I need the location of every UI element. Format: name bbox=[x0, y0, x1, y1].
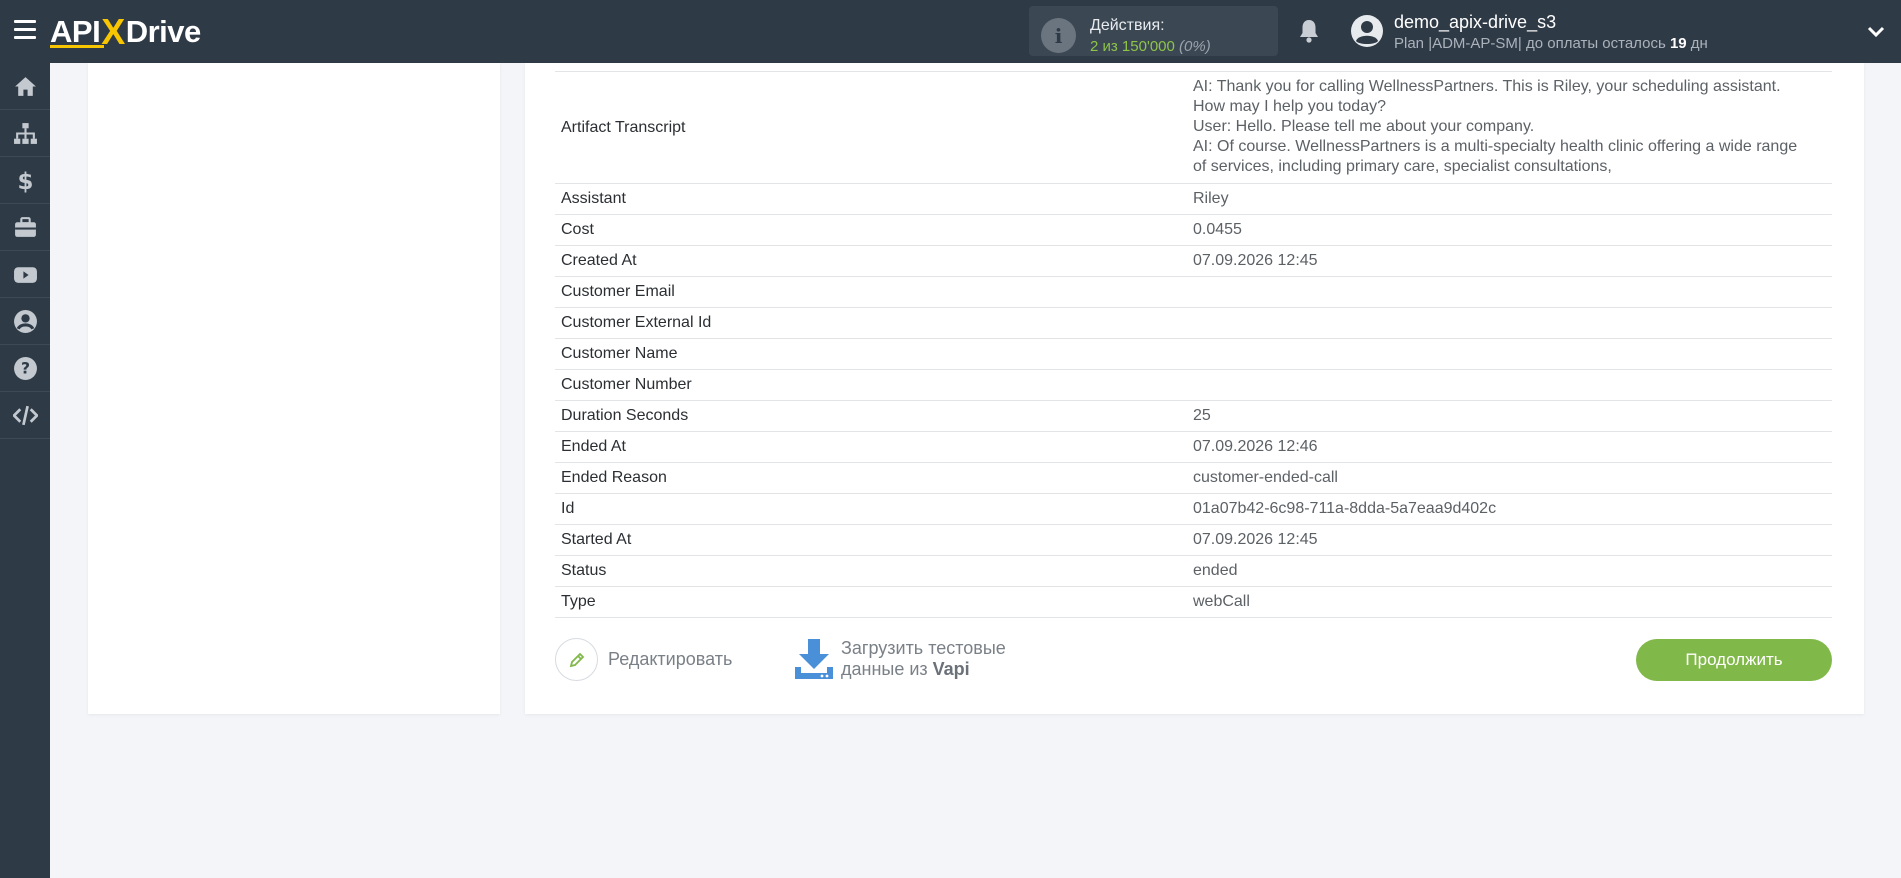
table-row: Artifact Transcript AI: Thank you for ca… bbox=[555, 72, 1832, 184]
actions-percent: (0%) bbox=[1179, 38, 1211, 55]
actions-label: Действия: bbox=[1090, 17, 1165, 34]
field-name: Ended At bbox=[561, 438, 626, 455]
question-icon: ? bbox=[13, 356, 37, 380]
top-bar: API X Drive i Действия: 2 из 150'000 (0%) … bbox=[0, 0, 1901, 63]
table-row: Customer Number bbox=[555, 370, 1832, 401]
field-name: Started At bbox=[561, 531, 632, 548]
menu-icon[interactable] bbox=[14, 20, 36, 42]
sidebar-item-help[interactable]: ? bbox=[0, 345, 50, 392]
sidebar: $ ? bbox=[0, 63, 50, 878]
field-name: Customer Number bbox=[561, 376, 692, 393]
bell-icon[interactable] bbox=[1297, 18, 1321, 44]
user-plan-info: Plan |ADM-AP-SM| до оплаты осталось 19 д… bbox=[1394, 35, 1708, 52]
logo-api-text: API bbox=[50, 14, 105, 49]
field-name: Id bbox=[561, 500, 575, 517]
field-value: 07.09.2026 12:45 bbox=[1193, 531, 1318, 548]
left-panel bbox=[88, 63, 500, 714]
table-row: Ended Reason customer-ended-call bbox=[555, 463, 1832, 494]
table-row: Id 01a07b42-6c98-711a-8dda-5a7eaa9d402c bbox=[555, 494, 1832, 525]
table-row: Started At 07.09.2026 12:45 bbox=[555, 525, 1832, 556]
edit-button[interactable]: Редактировать bbox=[555, 638, 732, 681]
home-icon bbox=[14, 76, 36, 96]
actions-count-value: 2 из 150'000 bbox=[1090, 38, 1175, 55]
load-label-prefix: данные из bbox=[841, 659, 933, 679]
table-row: Created At 07.09.2026 12:45 bbox=[555, 246, 1832, 277]
sitemap-icon bbox=[13, 122, 37, 144]
field-name: Customer Email bbox=[561, 283, 675, 300]
field-name: Assistant bbox=[561, 190, 626, 207]
table-row: Cost 0.0455 bbox=[555, 215, 1832, 246]
dollar-icon: $ bbox=[17, 168, 33, 192]
logo-drive-text: Drive bbox=[125, 14, 202, 49]
svg-text:?: ? bbox=[20, 359, 29, 377]
actions-counter[interactable]: i Действия: 2 из 150'000 (0%) bbox=[1029, 6, 1278, 56]
field-value bbox=[1193, 287, 1832, 297]
load-label-source: Vapi bbox=[932, 659, 970, 679]
user-name[interactable]: demo_apix-drive_s3 bbox=[1394, 12, 1556, 33]
actions-count: 2 из 150'000 (0%) bbox=[1090, 38, 1211, 55]
field-value bbox=[1193, 318, 1832, 328]
field-name: Type bbox=[561, 593, 596, 610]
plan-prefix: Plan |ADM-AP-SM| до оплаты осталось bbox=[1394, 35, 1670, 52]
field-name: Cost bbox=[561, 221, 594, 238]
continue-button[interactable]: Продолжить bbox=[1636, 639, 1832, 681]
svg-text:$: $ bbox=[17, 168, 33, 192]
field-name: Created At bbox=[561, 252, 637, 269]
chevron-down-icon[interactable] bbox=[1866, 22, 1886, 42]
field-value: customer-ended-call bbox=[1193, 469, 1338, 486]
sidebar-item-api[interactable] bbox=[0, 392, 50, 439]
field-name: Status bbox=[561, 562, 607, 579]
field-value bbox=[1193, 380, 1832, 390]
field-name: Customer External Id bbox=[561, 314, 712, 331]
field-value: 01a07b42-6c98-711a-8dda-5a7eaa9d402c bbox=[1193, 500, 1497, 517]
sidebar-item-video[interactable] bbox=[0, 251, 50, 298]
data-preview-panel: Artifact Transcript AI: Thank you for ca… bbox=[525, 63, 1864, 714]
load-label-line1: Загрузить тестовые bbox=[841, 638, 1006, 658]
field-value: 0.0455 bbox=[1193, 221, 1242, 238]
table-row: Status ended bbox=[555, 556, 1832, 587]
download-icon bbox=[795, 639, 833, 679]
field-value: Riley bbox=[1193, 190, 1229, 207]
field-value: 25 bbox=[1193, 407, 1211, 424]
user-circle-icon bbox=[13, 309, 37, 333]
load-label-line2: данные из Vapi bbox=[841, 659, 1006, 680]
sidebar-item-profile[interactable] bbox=[0, 298, 50, 345]
briefcase-icon bbox=[14, 216, 36, 237]
field-name: Duration Seconds bbox=[561, 407, 689, 424]
pencil-icon bbox=[555, 638, 598, 681]
sidebar-item-connections[interactable] bbox=[0, 110, 50, 157]
load-test-data-label: Загрузить тестовые данные из Vapi bbox=[841, 638, 1006, 680]
table-row: Duration Seconds 25 bbox=[555, 401, 1832, 432]
sidebar-item-billing[interactable]: $ bbox=[0, 157, 50, 204]
table-row: Type webCall bbox=[555, 587, 1832, 618]
table-row: Customer Name bbox=[555, 339, 1832, 370]
field-name: Ended Reason bbox=[561, 469, 667, 486]
plan-days-suffix: дн bbox=[1686, 35, 1708, 52]
sidebar-item-services[interactable] bbox=[0, 204, 50, 251]
sidebar-item-home[interactable] bbox=[0, 63, 50, 110]
user-avatar-icon[interactable] bbox=[1350, 14, 1384, 48]
code-icon bbox=[12, 405, 38, 425]
edit-button-label: Редактировать bbox=[608, 649, 733, 669]
load-test-data-button[interactable]: Загрузить тестовые данные из Vapi bbox=[793, 637, 1006, 681]
field-name: Artifact Transcript bbox=[561, 118, 686, 136]
table-row: Assistant Riley bbox=[555, 184, 1832, 215]
field-value: 07.09.2026 12:46 bbox=[1193, 438, 1318, 455]
field-value: ended bbox=[1193, 562, 1238, 579]
logo-x-text: X bbox=[101, 11, 125, 52]
data-table: Artifact Transcript AI: Thank you for ca… bbox=[555, 71, 1832, 618]
table-row: Customer Email bbox=[555, 277, 1832, 308]
field-value: 07.09.2026 12:45 bbox=[1193, 252, 1318, 269]
field-name: Customer Name bbox=[561, 345, 678, 362]
table-row: Ended At 07.09.2026 12:46 bbox=[555, 432, 1832, 463]
field-value: webCall bbox=[1193, 593, 1250, 610]
table-row: Customer External Id bbox=[555, 308, 1832, 339]
apix-drive-logo[interactable]: API X Drive bbox=[50, 11, 202, 52]
plan-days: 19 bbox=[1669, 35, 1687, 52]
field-value bbox=[1193, 349, 1832, 359]
field-value: AI: Thank you for calling WellnessPartne… bbox=[1193, 78, 1798, 175]
youtube-icon bbox=[13, 266, 37, 283]
info-icon: i bbox=[1041, 18, 1076, 53]
